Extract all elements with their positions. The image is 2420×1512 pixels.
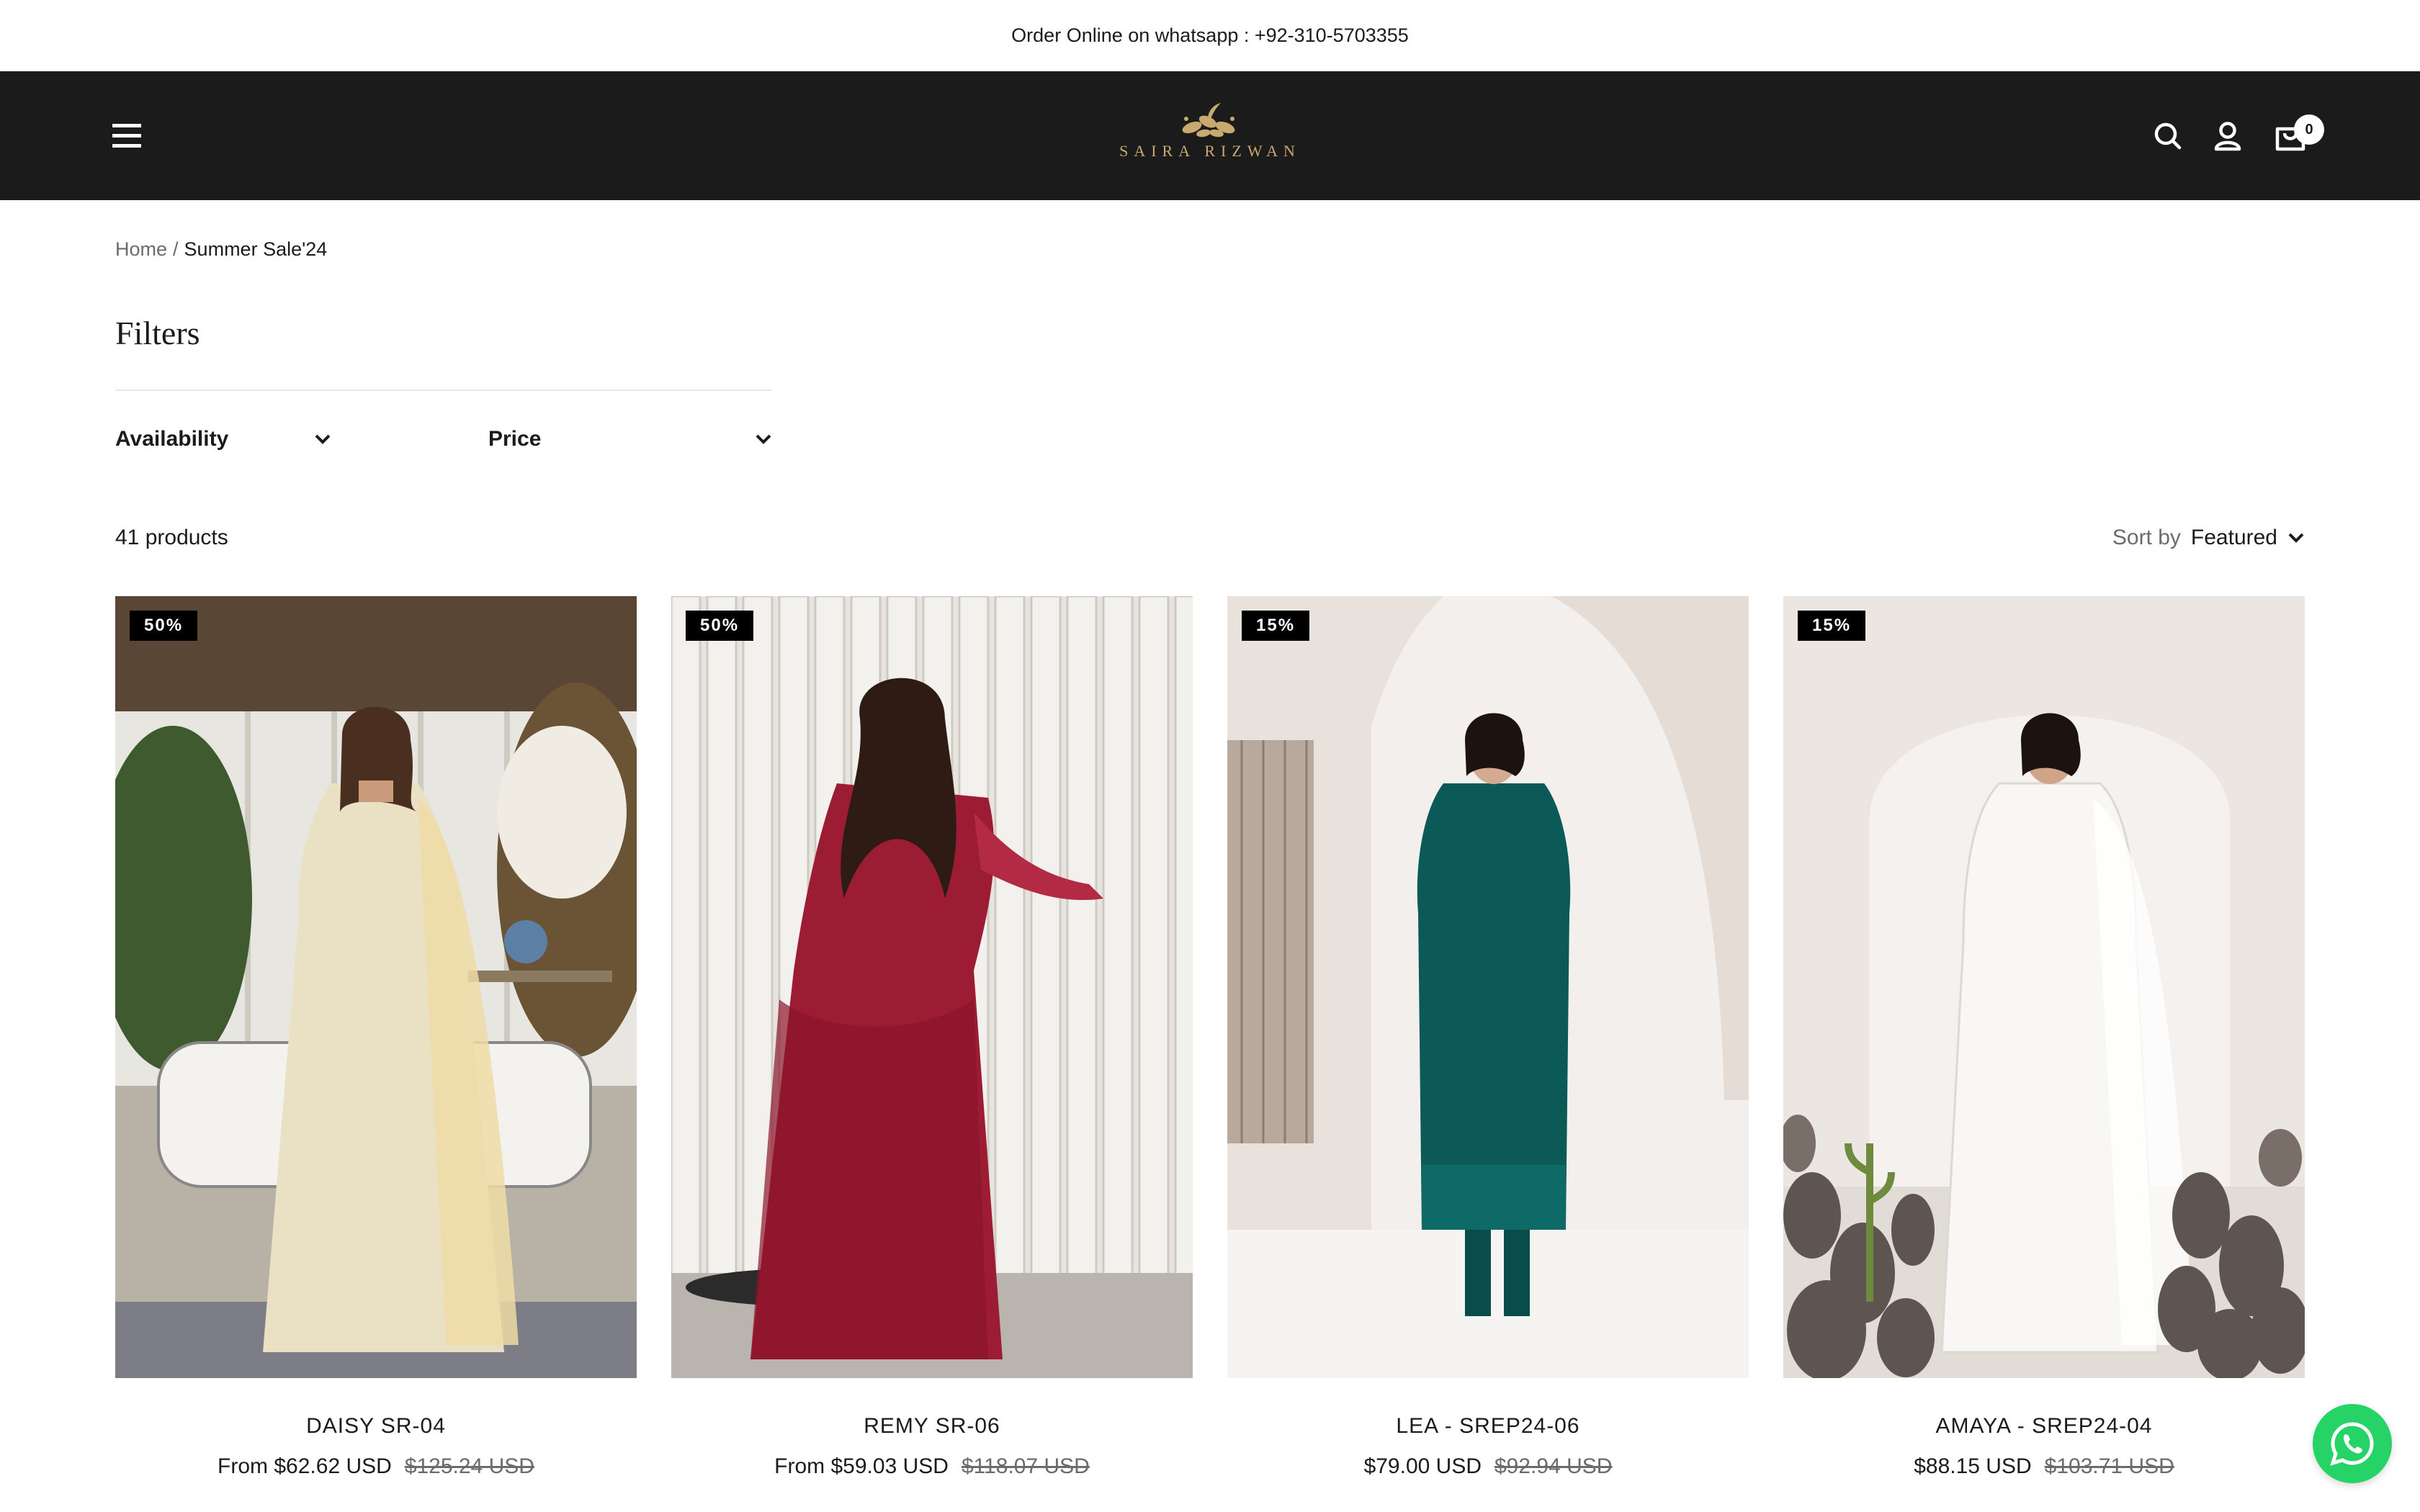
compare-price: $118.07 USD: [961, 1454, 1090, 1478]
brand-name: SAIRA RIZWAN: [1119, 142, 1301, 160]
filters-heading: Filters: [115, 315, 200, 351]
product-price: From $62.62 USD $125.24 USD: [115, 1454, 637, 1479]
product-image[interactable]: 50%: [115, 596, 637, 1378]
breadcrumb-home-link[interactable]: Home: [115, 238, 167, 260]
breadcrumb-separator: /: [173, 238, 179, 260]
discount-badge: 50%: [130, 611, 198, 641]
brand-logo[interactable]: SAIRA RIZWAN: [1109, 100, 1311, 172]
chevron-down-icon: [315, 434, 331, 444]
sale-price: From $59.03 USD: [774, 1454, 949, 1478]
price-filter-toggle[interactable]: Price: [488, 421, 772, 457]
availability-filter-toggle[interactable]: Availability: [115, 421, 331, 457]
product-card[interactable]: 50% REMY SR-06 From $59.03 USD $118.07 US…: [671, 596, 1193, 1512]
product-card[interactable]: 15% AMAYA - SREP24-04 $88.15 USD $103.71 …: [1783, 596, 2305, 1512]
sort-by-dropdown[interactable]: Sort by Featured: [2112, 526, 2305, 550]
product-title[interactable]: LEA - SREP24-06: [1227, 1414, 1749, 1439]
product-price: $88.15 USD $103.71 USD: [1783, 1454, 2305, 1479]
filters-divider: [115, 390, 772, 391]
breadcrumb: Home / Summer Sale'24: [115, 238, 327, 261]
announcement-bar: Order Online on whatsapp : +92-310-57033…: [0, 0, 2420, 71]
product-image[interactable]: 15%: [1227, 596, 1749, 1378]
product-image[interactable]: 15%: [1783, 596, 2305, 1378]
chevron-down-icon: [756, 434, 771, 444]
product-title[interactable]: REMY SR-06: [671, 1414, 1193, 1439]
chevron-down-icon: [2288, 533, 2304, 543]
discount-badge: 15%: [1242, 611, 1310, 641]
compare-price: $125.24 USD: [404, 1454, 534, 1478]
product-count: 41 products: [115, 526, 228, 549]
search-icon[interactable]: [2148, 116, 2188, 156]
whatsapp-icon: [2330, 1422, 2374, 1466]
compare-price: $92.94 USD: [1494, 1454, 1613, 1478]
compare-price: $103.71 USD: [2044, 1454, 2174, 1478]
menu-icon[interactable]: [112, 124, 144, 148]
cart-count-badge: 0: [2294, 114, 2324, 145]
announcement-text: Order Online on whatsapp : +92-310-57033…: [1011, 24, 1409, 46]
sort-by-value: Featured: [2190, 526, 2277, 549]
discount-badge: 15%: [1798, 611, 1866, 641]
discount-badge: 50%: [686, 611, 754, 641]
product-price: $79.00 USD $92.94 USD: [1227, 1454, 1749, 1479]
whatsapp-chat-button[interactable]: [2313, 1404, 2392, 1483]
sale-price: From $62.62 USD: [218, 1454, 392, 1478]
site-header: SAIRA RIZWAN 0: [0, 71, 2420, 200]
account-icon[interactable]: [2208, 116, 2248, 156]
sort-by-label: Sort by: [2112, 526, 2181, 549]
product-price: From $59.03 USD $118.07 USD: [671, 1454, 1193, 1479]
sale-price: $79.00 USD: [1363, 1454, 1482, 1478]
price-filter-label: Price: [488, 427, 542, 451]
product-card[interactable]: 15% LEA - SREP24-06 $79.00 USD $92.94 USD: [1227, 596, 1749, 1512]
product-image[interactable]: 50%: [671, 596, 1193, 1378]
product-card[interactable]: 50% DAISY SR-04 From $62.62 USD $125.24 U…: [115, 596, 637, 1512]
product-title[interactable]: DAISY SR-04: [115, 1414, 637, 1439]
product-title[interactable]: AMAYA - SREP24-04: [1783, 1414, 2305, 1439]
breadcrumb-current: Summer Sale'24: [184, 238, 328, 260]
availability-filter-label: Availability: [115, 427, 229, 451]
logo-mark-icon: [1182, 103, 1235, 138]
product-grid: 50% DAISY SR-04 From $62.62 USD $125.24 U…: [115, 596, 2305, 1512]
sale-price: $88.15 USD: [1914, 1454, 2032, 1478]
